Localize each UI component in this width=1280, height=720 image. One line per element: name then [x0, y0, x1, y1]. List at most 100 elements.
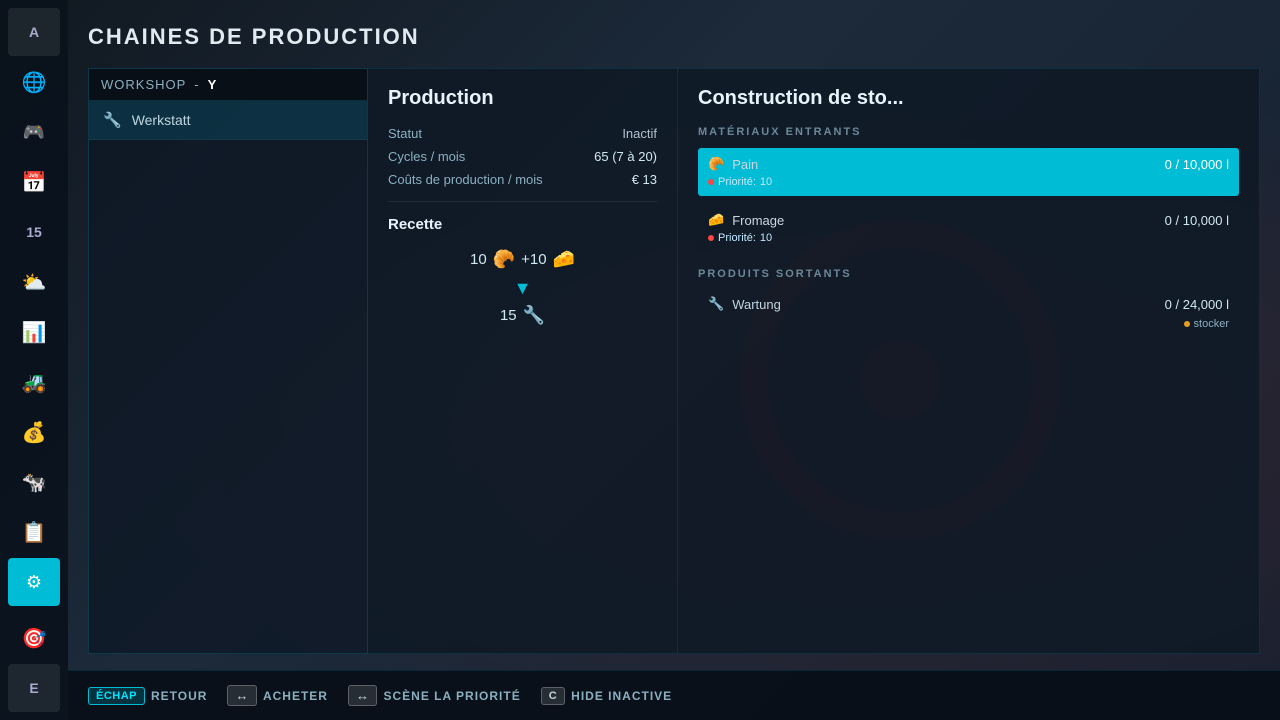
sidebar-item-finances[interactable]: 💰	[8, 408, 60, 456]
recette-title: Recette	[388, 216, 657, 233]
calendar-number: 15	[26, 224, 42, 240]
production-icon: ⚙	[26, 572, 42, 593]
label-hide: HIDE INACTIVE	[571, 689, 672, 703]
pain-priority: Priorité: 10	[708, 176, 1229, 188]
fromage-amount: 0 / 10,000 l	[1165, 213, 1229, 228]
workshop-separator: -	[194, 77, 199, 92]
sidebar-item-weather[interactable]: ⛅	[8, 258, 60, 306]
sidebar-item-missions[interactable]: 🎯	[8, 614, 60, 662]
sidebar: A 🌐 🎮 📅 15 ⛅ 📊 🚜 💰 🐄 📋 ⚙ 🎯 E	[0, 0, 68, 720]
priority-dot-pain	[708, 179, 714, 185]
sidebar-item-globe[interactable]: 🌐	[8, 58, 60, 106]
wartung-icon: 🔧	[708, 296, 724, 312]
page-title: CHAINES DE PRODUCTION	[88, 24, 1260, 50]
stats-icon: 📊	[22, 320, 47, 345]
material-item-fromage[interactable]: 🧀 Fromage 0 / 10,000 l Priorité: 10	[698, 204, 1239, 252]
output-icon: 🔧	[523, 305, 545, 326]
fromage-label: Fromage	[732, 213, 784, 228]
btn-hide[interactable]: C HIDE INACTIVE	[541, 687, 672, 705]
workshop-header: WORKSHOP - Y	[89, 69, 367, 101]
money-icon: 💰	[22, 420, 47, 445]
bread-icon: 🥐	[493, 249, 515, 270]
globe-icon: 🌐	[22, 70, 47, 95]
incoming-header: MATÉRIAUX ENTRANTS	[698, 126, 1239, 138]
wartung-row: 🔧 Wartung 0 / 24,000 l	[698, 290, 1239, 318]
btn-acheter[interactable]: ↔ ACHETER	[227, 685, 328, 706]
outgoing-header: PRODUITS SORTANTS	[698, 268, 1239, 280]
wartung-label: Wartung	[732, 297, 781, 312]
fromage-name: 🧀 Fromage	[708, 212, 784, 228]
weather-icon: ⛅	[22, 270, 47, 295]
recipe-arrow: ▼	[388, 278, 657, 299]
divider	[388, 201, 657, 202]
prod-row-couts: Coûts de production / mois € 13	[388, 172, 657, 187]
workshop-item-werkstatt[interactable]: 🔧 Werkstatt	[89, 101, 367, 140]
label-priorite: SCÈNE LA PRIORITÉ	[383, 689, 520, 703]
middle-panel: Production Statut Inactif Cycles / mois …	[368, 68, 678, 654]
prod-row-cycles: Cycles / mois 65 (7 à 20)	[388, 149, 657, 164]
cheese-icon: 🧀	[553, 249, 575, 270]
sidebar-item-tasks[interactable]: 📅	[8, 158, 60, 206]
statut-label: Statut	[388, 126, 422, 141]
steering-icon: 🎮	[23, 122, 45, 143]
panels-container: WORKSHOP - Y 🔧 Werkstatt Production Stat…	[88, 68, 1260, 654]
outgoing-section: PRODUITS SORTANTS 🔧 Wartung 0 / 24,000 l	[698, 268, 1239, 334]
cow-icon: 🐄	[22, 470, 47, 495]
cycles-label: Cycles / mois	[388, 149, 465, 164]
main-content: CHAINES DE PRODUCTION WORKSHOP - Y 🔧 Wer…	[68, 0, 1280, 720]
key-arrow2: ↔	[348, 685, 378, 706]
recipe-output-row: 15 🔧	[388, 305, 657, 326]
fromage-icon: 🧀	[708, 212, 724, 228]
contracts-icon: 📋	[22, 520, 47, 545]
pain-icon: 🥐	[708, 156, 724, 172]
pain-label: Pain	[732, 157, 758, 172]
btn-retour[interactable]: ÉCHAP RETOUR	[88, 687, 207, 705]
bottom-bar: ÉCHAP RETOUR ↔ ACHETER ↔ SCÈNE LA PRIORI…	[68, 670, 1280, 720]
product-item-wartung[interactable]: 🔧 Wartung 0 / 24,000 l stocker	[698, 290, 1239, 334]
workshop-item-name: Werkstatt	[132, 112, 191, 128]
couts-label: Coûts de production / mois	[388, 172, 543, 187]
left-panel: WORKSHOP - Y 🔧 Werkstatt	[88, 68, 368, 654]
sidebar-item-steering[interactable]: 🎮	[8, 108, 60, 156]
output-amount: 15	[500, 307, 517, 324]
btn-priorite[interactable]: ↔ SCÈNE LA PRIORITÉ	[348, 685, 521, 706]
material-pain-row: 🥐 Pain 0 / 10,000 l	[708, 156, 1229, 172]
recipe-ingredients-row: 10 🥐 +10 🧀	[388, 249, 657, 270]
sidebar-item-e[interactable]: E	[8, 664, 60, 712]
wrench-icon: 🔧	[103, 111, 122, 129]
sidebar-item-a[interactable]: A	[8, 8, 60, 56]
workshop-location: Y	[208, 77, 218, 92]
wartung-store: stocker	[698, 318, 1239, 334]
sidebar-item-production[interactable]: ⚙	[8, 558, 60, 606]
missions-icon: 🎯	[22, 626, 47, 651]
sidebar-item-contracts[interactable]: 📋	[8, 508, 60, 556]
sidebar-item-stats[interactable]: 📊	[8, 308, 60, 356]
fromage-priority: Priorité: 10	[708, 232, 1229, 244]
plus-sign: +10	[521, 251, 546, 268]
sidebar-item-animals[interactable]: 🐄	[8, 458, 60, 506]
material-item-pain[interactable]: 🥐 Pain 0 / 10,000 l Priorité: 10	[698, 148, 1239, 196]
pain-name: 🥐 Pain	[708, 156, 758, 172]
tractor-icon: 🚜	[22, 370, 47, 395]
wartung-amount: 0 / 24,000 l	[1165, 297, 1229, 312]
tasks-icon: 📅	[22, 170, 47, 195]
prod-row-statut: Statut Inactif	[388, 126, 657, 141]
sidebar-item-vehicles[interactable]: 🚜	[8, 358, 60, 406]
arrow-down-icon: ▼	[514, 278, 532, 299]
key-echap: ÉCHAP	[88, 687, 145, 705]
statut-value: Inactif	[622, 126, 657, 141]
label-retour: RETOUR	[151, 689, 207, 703]
wartung-name: 🔧 Wartung	[708, 296, 781, 312]
key-c: C	[541, 687, 565, 705]
pain-amount: 0 / 10,000 l	[1165, 157, 1229, 172]
label-acheter: ACHETER	[263, 689, 328, 703]
store-dot	[1184, 321, 1190, 327]
sidebar-item-calendar[interactable]: 15	[8, 208, 60, 256]
ingredient1-amount: 10	[470, 251, 487, 268]
cycles-value: 65 (7 à 20)	[594, 149, 657, 164]
workshop-label: WORKSHOP	[101, 77, 186, 92]
production-title: Production	[388, 87, 657, 110]
material-fromage-row: 🧀 Fromage 0 / 10,000 l	[708, 212, 1229, 228]
right-panel: Construction de sto... MATÉRIAUX ENTRANT…	[678, 68, 1260, 654]
construction-title: Construction de sto...	[698, 87, 1239, 110]
